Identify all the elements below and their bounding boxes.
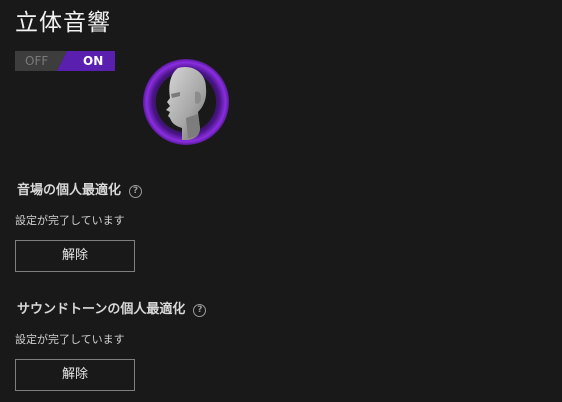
page-title: 立体音響 <box>15 10 111 36</box>
status-text-sound-field: 設定が完了しています <box>15 214 125 227</box>
toggle-on-label: ON <box>83 54 104 68</box>
section-title-sound-field: 音場の個人最適化? <box>17 182 143 200</box>
head-avatar-icon <box>143 59 229 145</box>
spatial-audio-toggle[interactable]: OFF ON <box>15 51 115 71</box>
toggle-off-label: OFF <box>25 54 49 68</box>
question-circle-icon[interactable]: ? <box>193 304 207 317</box>
avatar <box>140 58 232 146</box>
status-text-sound-tone: 設定が完了しています <box>15 333 125 346</box>
release-button-sound-tone[interactable]: 解除 <box>15 359 135 391</box>
question-circle-icon[interactable]: ? <box>129 185 143 198</box>
section-title-text: 音場の個人最適化 <box>17 183 122 198</box>
spatial-audio-settings-page: 立体音響 OFF ON 音場の個人最適化 ? 設定が完了しています 解除 サウン… <box>0 0 562 402</box>
release-button-sound-field[interactable]: 解除 <box>15 240 135 272</box>
section-title-sound-tone: サウンドトーンの個人最適化? <box>17 301 207 319</box>
section-title-text: サウンドトーンの個人最適化 <box>17 302 186 317</box>
